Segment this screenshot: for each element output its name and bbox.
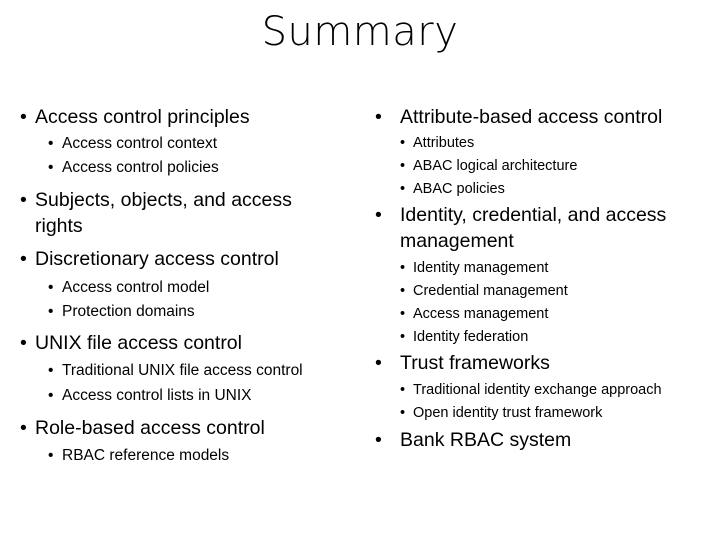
- bullet-icon: •: [48, 362, 54, 379]
- bullet-text: Traditional identity exchange approach: [413, 382, 662, 398]
- bullet-icon: •: [400, 260, 406, 276]
- bullet-item: • Subjects, objects, and access: [20, 187, 292, 213]
- bullet-text: Identity management: [413, 260, 549, 276]
- bullet-icon: •: [20, 417, 27, 439]
- bullet-text: Open identity trust framework: [413, 405, 603, 421]
- bullet-text: Access management: [413, 306, 549, 322]
- bullet-icon: •: [400, 283, 406, 299]
- bullet-item: • Identity, credential, and access: [375, 202, 667, 228]
- bullet-text: Discretionary access control: [35, 248, 279, 270]
- bullet-icon: •: [48, 135, 54, 152]
- bullet-icon: •: [48, 447, 54, 464]
- bullet-text: Traditional UNIX file access control: [62, 362, 303, 379]
- bullet-text: Access control principles: [35, 106, 250, 128]
- bullet-text: Bank RBAC system: [400, 429, 572, 451]
- sub-bullet-item: • Access control model: [48, 277, 210, 299]
- bullet-text: Role-based access control: [35, 417, 265, 439]
- bullet-text: Identity federation: [413, 329, 529, 345]
- bullet-text: Access control lists in UNIX: [62, 387, 252, 404]
- bullet-text: rights: [35, 215, 83, 237]
- bullet-text: Attributes: [413, 135, 475, 151]
- bullet-text: ABAC policies: [413, 181, 505, 197]
- bullet-text: management: [400, 230, 514, 252]
- bullet-item: management: [400, 228, 514, 254]
- sub-bullet-item: • Traditional UNIX file access control: [48, 360, 303, 382]
- bullet-text: Trust frameworks: [400, 352, 550, 374]
- slide-title: Summary: [261, 9, 459, 55]
- bullet-item: • Access control principles: [20, 104, 250, 130]
- bullet-icon: •: [48, 387, 54, 404]
- bullet-icon: •: [400, 306, 406, 322]
- bullet-icon: •: [400, 382, 406, 398]
- sub-bullet-item: • Protection domains: [48, 301, 195, 323]
- bullet-text: Attribute-based access control: [400, 106, 663, 128]
- bullet-text: Access control context: [62, 135, 218, 152]
- sub-bullet-item: • Traditional identity exchange approach: [400, 379, 662, 401]
- bullet-text: RBAC reference models: [62, 447, 230, 464]
- bullet-text: Access control model: [62, 279, 210, 296]
- sub-bullet-item: • Identity management: [400, 257, 549, 279]
- sub-bullet-item: • ABAC logical architecture: [400, 155, 578, 177]
- bullet-icon: •: [400, 181, 406, 197]
- bullet-item: • Discretionary access control: [20, 246, 279, 272]
- sub-bullet-item: • Access control context: [48, 133, 218, 155]
- sub-bullet-item: • Attributes: [400, 132, 475, 154]
- bullet-icon: •: [48, 159, 54, 176]
- bullet-item: rights: [35, 213, 83, 239]
- bullet-item: • Bank RBAC system: [375, 427, 572, 453]
- sub-bullet-item: • Identity federation: [400, 326, 529, 348]
- bullet-icon: •: [400, 329, 406, 345]
- sub-bullet-item: • Access management: [400, 303, 549, 325]
- sub-bullet-item: • Credential management: [400, 280, 568, 302]
- bullet-text: Credential management: [413, 283, 568, 299]
- bullet-icon: •: [375, 352, 382, 374]
- bullet-icon: •: [375, 429, 382, 451]
- bullet-text: Access control policies: [62, 159, 219, 176]
- bullet-text: UNIX file access control: [35, 332, 242, 354]
- bullet-text: Protection domains: [62, 303, 195, 320]
- bullet-icon: •: [400, 135, 406, 151]
- sub-bullet-item: • Open identity trust framework: [400, 402, 603, 424]
- sub-bullet-item: • ABAC policies: [400, 178, 505, 200]
- sub-bullet-item: • Access control policies: [48, 157, 219, 179]
- bullet-icon: •: [400, 158, 406, 174]
- bullet-item: • Role-based access control: [20, 415, 265, 441]
- bullet-icon: •: [48, 279, 54, 296]
- bullet-icon: •: [20, 106, 27, 128]
- bullet-icon: •: [20, 189, 27, 211]
- bullet-item: • UNIX file access control: [20, 330, 242, 356]
- bullet-icon: •: [375, 204, 382, 226]
- bullet-icon: •: [48, 303, 54, 320]
- bullet-icon: •: [20, 248, 27, 270]
- bullet-text: Subjects, objects, and access: [35, 189, 292, 211]
- bullet-text: Identity, credential, and access: [400, 204, 667, 226]
- sub-bullet-item: • RBAC reference models: [48, 445, 230, 467]
- bullet-icon: •: [375, 106, 382, 128]
- bullet-text: ABAC logical architecture: [413, 158, 578, 174]
- bullet-icon: •: [20, 332, 27, 354]
- bullet-item: • Attribute-based access control: [375, 104, 663, 130]
- sub-bullet-item: • Access control lists in UNIX: [48, 385, 252, 407]
- bullet-icon: •: [400, 405, 406, 421]
- bullet-item: • Trust frameworks: [375, 350, 550, 376]
